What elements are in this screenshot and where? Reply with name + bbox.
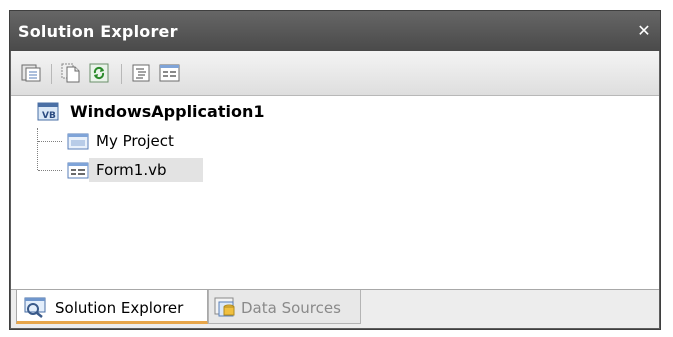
- tree-node-label: Form1.vb: [96, 161, 167, 179]
- tree-node-my-project[interactable]: My Project: [11, 130, 311, 152]
- toolbar: [11, 51, 659, 96]
- show-all-files-button[interactable]: [61, 63, 83, 83]
- tab-label: Data Sources: [241, 299, 341, 317]
- tree-node-root[interactable]: VB WindowsApplication1: [11, 100, 311, 122]
- view-code-icon: [132, 64, 150, 82]
- tree-node-label: WindowsApplication1: [70, 102, 265, 121]
- toolbar-separator: [51, 64, 52, 84]
- close-button[interactable]: ✕: [636, 23, 652, 39]
- toolbar-separator: [121, 64, 122, 84]
- refresh-button[interactable]: [89, 63, 111, 83]
- data-sources-icon: [214, 297, 235, 317]
- vb-project-icon: VB: [37, 102, 59, 121]
- show-all-files-icon: [61, 63, 80, 83]
- solution-explorer-icon: [24, 297, 46, 318]
- window-title: Solution Explorer: [18, 22, 178, 41]
- tree-node-label: My Project: [96, 132, 174, 150]
- tab-bar: Solution Explorer Data Sources: [11, 289, 659, 328]
- properties-button[interactable]: [21, 63, 43, 83]
- view-designer-icon: [159, 64, 180, 82]
- tab-label: Solution Explorer: [55, 299, 184, 317]
- svg-text:VB: VB: [42, 111, 56, 121]
- view-code-button[interactable]: [131, 63, 153, 83]
- solution-explorer-panel: Solution Explorer ✕ VB WindowsApplicatio…: [9, 10, 661, 330]
- refresh-icon: [89, 63, 109, 83]
- form-icon: [67, 162, 89, 179]
- title-bar: Solution Explorer ✕: [10, 11, 660, 51]
- properties-icon: [21, 64, 41, 82]
- solution-tree: VB WindowsApplication1 My Project Form1.…: [11, 96, 659, 289]
- tab-data-sources[interactable]: Data Sources: [208, 290, 361, 324]
- my-project-icon: [67, 133, 89, 150]
- tab-solution-explorer[interactable]: Solution Explorer: [16, 290, 208, 324]
- view-designer-button[interactable]: [159, 63, 181, 83]
- tree-node-form1[interactable]: Form1.vb: [11, 159, 311, 181]
